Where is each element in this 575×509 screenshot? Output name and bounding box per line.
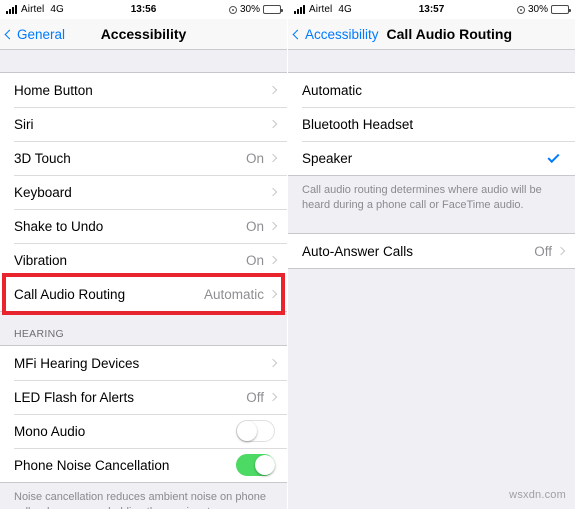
row-label: LED Flash for Alerts xyxy=(14,389,135,405)
chevron-right-icon xyxy=(268,289,278,299)
list-item[interactable]: 3D Touch On xyxy=(0,141,287,175)
row-value: Automatic xyxy=(203,286,264,302)
checkmark-icon xyxy=(547,150,560,163)
status-bar-left: Airtel 4G 13:56 30% xyxy=(0,0,287,19)
row-value: On xyxy=(245,218,264,234)
section-header-hearing: HEARING xyxy=(0,312,287,345)
spacer-top-left xyxy=(0,50,287,72)
back-button-general[interactable]: General xyxy=(4,26,66,42)
list-item[interactable]: Siri xyxy=(0,107,287,141)
list-item[interactable]: Mono Audio xyxy=(0,414,287,448)
row-label: Shake to Undo xyxy=(14,218,104,234)
carrier-label: Airtel xyxy=(21,4,45,15)
footer-note-noise-cancellation: Noise cancellation reduces ambient noise… xyxy=(0,483,287,509)
spacer-top-right xyxy=(288,50,575,72)
description-call-audio-routing: Call audio routing determines where audi… xyxy=(288,176,575,213)
chevron-left-icon xyxy=(292,29,303,39)
back-button-accessibility[interactable]: Accessibility xyxy=(292,26,379,42)
row-value: On xyxy=(245,150,264,166)
carrier-label: Airtel xyxy=(309,4,333,15)
row-label: Bluetooth Headset xyxy=(302,116,414,132)
row-label: Automatic xyxy=(302,82,363,98)
mono-audio-toggle[interactable] xyxy=(236,420,275,442)
row-label: MFi Hearing Devices xyxy=(14,355,140,371)
list-item[interactable]: MFi Hearing Devices xyxy=(0,346,287,380)
row-label: Auto-Answer Calls xyxy=(302,243,414,259)
chevron-right-icon xyxy=(268,85,278,95)
row-value: Off xyxy=(534,243,552,259)
left-phone-screen: Airtel 4G 13:56 30% General Accessibilit… xyxy=(0,0,287,509)
auto-answer-group: Auto-Answer Calls Off xyxy=(288,233,575,269)
option-row-automatic[interactable]: Automatic xyxy=(288,73,575,107)
battery-icon xyxy=(263,5,283,14)
right-phone-screen: Airtel 4G 13:57 30% Accessibility Call A… xyxy=(287,0,575,509)
row-label: Speaker xyxy=(302,150,353,166)
option-row-speaker[interactable]: Speaker xyxy=(288,141,575,175)
list-item-call-audio-routing[interactable]: Call Audio Routing Automatic xyxy=(0,277,287,311)
chevron-left-icon xyxy=(4,29,15,39)
dual-screenshot-container: Airtel 4G 13:56 30% General Accessibilit… xyxy=(0,0,575,509)
battery-percent-label: 30% xyxy=(527,4,548,15)
chevron-right-icon xyxy=(556,246,566,256)
list-item-auto-answer-calls[interactable]: Auto-Answer Calls Off xyxy=(288,234,575,268)
row-value: Off xyxy=(246,389,264,405)
back-button-label: Accessibility xyxy=(305,26,379,42)
list-item[interactable]: Vibration On xyxy=(0,243,287,277)
nav-bar-left: General Accessibility xyxy=(0,19,287,50)
back-button-label: General xyxy=(17,26,66,42)
call-audio-routing-highlight-wrap: Call Audio Routing Automatic xyxy=(0,273,287,315)
list-item[interactable]: Keyboard xyxy=(0,175,287,209)
status-left-group: Airtel 4G xyxy=(6,4,64,15)
page-title-call-audio-routing: Call Audio Routing xyxy=(386,26,512,42)
chevron-right-icon xyxy=(268,187,278,197)
chevron-right-icon xyxy=(268,119,278,129)
row-value: On xyxy=(245,252,264,268)
list-item[interactable]: Shake to Undo On xyxy=(0,209,287,243)
network-type-label: 4G xyxy=(50,4,64,15)
routing-options-group: Automatic Bluetooth Headset Speaker xyxy=(288,72,575,176)
chevron-right-icon xyxy=(268,358,278,368)
phone-noise-cancellation-toggle[interactable] xyxy=(236,454,275,476)
chevron-right-icon xyxy=(268,153,278,163)
list-item[interactable]: Phone Noise Cancellation xyxy=(0,448,287,482)
watermark: wsxdn.com xyxy=(509,489,566,501)
battery-percent-label: 30% xyxy=(239,4,260,15)
list-item[interactable]: LED Flash for Alerts Off xyxy=(0,380,287,414)
row-label: Siri xyxy=(14,116,34,132)
row-label: Keyboard xyxy=(14,184,72,200)
list-item[interactable]: Home Button xyxy=(0,73,287,107)
row-label: Vibration xyxy=(14,252,68,268)
signal-bars-icon xyxy=(294,5,305,14)
hearing-settings-group: MFi Hearing Devices LED Flash for Alerts… xyxy=(0,345,287,483)
status-right-group: 30% xyxy=(516,4,571,15)
battery-icon xyxy=(551,5,571,14)
row-label: 3D Touch xyxy=(14,150,71,166)
row-label: Mono Audio xyxy=(14,423,86,439)
interaction-settings-group: Home Button Siri 3D Touch On Keyboard Sh… xyxy=(0,72,287,315)
status-bar-right: Airtel 4G 13:57 30% xyxy=(288,0,575,19)
network-type-label: 4G xyxy=(338,4,352,15)
nav-bar-right: Accessibility Call Audio Routing xyxy=(288,19,575,50)
chevron-right-icon xyxy=(268,255,278,265)
status-left-group: Airtel 4G xyxy=(294,4,352,15)
row-label: Call Audio Routing xyxy=(14,286,126,302)
status-right-group: 30% xyxy=(228,4,283,15)
chevron-right-icon xyxy=(268,221,278,231)
spacer-mid-right xyxy=(288,213,575,233)
signal-bars-icon xyxy=(6,5,17,14)
option-row-bluetooth-headset[interactable]: Bluetooth Headset xyxy=(288,107,575,141)
row-label: Home Button xyxy=(14,82,93,98)
location-icon xyxy=(228,5,237,14)
chevron-right-icon xyxy=(268,392,278,402)
row-label: Phone Noise Cancellation xyxy=(14,457,170,473)
location-icon xyxy=(516,5,525,14)
